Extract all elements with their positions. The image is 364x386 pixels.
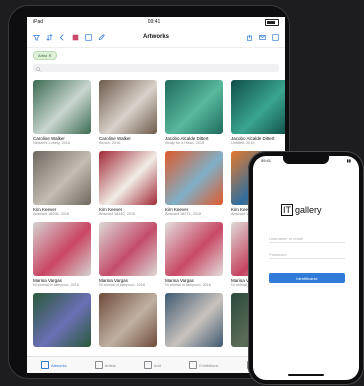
- phone-status-bar: 09:41 ▮▮: [261, 158, 351, 163]
- artwork-thumbnail: [33, 222, 91, 276]
- filter-icon[interactable]: [33, 34, 40, 41]
- phone-screen: 09:41 ▮▮ IT gallery Username or email Pa…: [253, 156, 359, 380]
- artwork-thumbnail: [165, 222, 223, 276]
- tab-bar: ArtworksArtistsAddExhibitionsSettings: [27, 356, 285, 373]
- artwork-meta: Abstract 18440, 2015: [99, 212, 136, 216]
- search-icon: [36, 59, 41, 77]
- artwork-card[interactable]: Kim Keever Abstract 18271, 2015: [165, 151, 223, 216]
- battery-icon: [265, 18, 279, 26]
- artwork-card[interactable]: [99, 293, 157, 349]
- login-button[interactable]: Identificarse: [269, 273, 345, 283]
- artwork-card[interactable]: Marina VargasNi animal ni tampoco, 2016: [99, 222, 157, 287]
- artwork-thumbnail: [33, 293, 91, 347]
- artwork-card[interactable]: Caroline Walker Nelson's Lonely, 2016: [33, 80, 91, 145]
- artwork-meta: Ni animal ni tampoco, 2016: [165, 283, 212, 287]
- tab-icon: [41, 361, 50, 369]
- chevron-left-icon[interactable]: [59, 33, 66, 41]
- home-indicator: [288, 374, 324, 376]
- tablet-screen: iPad 09:41 Artworks Artist ✕ Caroline Wa…: [27, 17, 285, 373]
- artwork-thumbnail: [99, 293, 157, 347]
- search-input[interactable]: [33, 64, 279, 72]
- tab-label: Artworks: [51, 362, 67, 368]
- artwork-meta: Nelson's Lonely, 2016: [33, 141, 70, 145]
- tab-label: Exhibitions: [199, 362, 219, 368]
- artwork-meta: Bench, 2016: [99, 141, 121, 145]
- tablet-status-left: iPad: [33, 19, 44, 25]
- logo-word: gallery: [295, 205, 322, 215]
- artwork-meta: Abstract 18096, 2016: [33, 212, 70, 216]
- tab-exhibitions[interactable]: Exhibitions: [189, 361, 218, 369]
- grid-view-icon[interactable]: [85, 33, 92, 41]
- artwork-thumbnail: [33, 80, 91, 134]
- artwork-meta: Ni animal ni tampoco, 2016: [33, 283, 80, 287]
- artwork-thumbnail: [99, 222, 157, 276]
- artwork-card[interactable]: [165, 293, 223, 349]
- tab-icon: [189, 361, 198, 369]
- artwork-thumbnail: [99, 151, 157, 205]
- artwork-card[interactable]: Kim Keever Abstract 18440, 2015: [99, 151, 157, 216]
- compose-icon[interactable]: [272, 33, 279, 41]
- artwork-thumbnail: [231, 80, 285, 134]
- tab-artworks[interactable]: Artworks: [41, 361, 67, 369]
- tab-icon: [143, 361, 152, 369]
- phone-status-time: 09:41: [261, 158, 272, 163]
- artwork-meta: Ni animal ni tampoco, 2016: [99, 283, 146, 287]
- tab-label: Add: [153, 362, 161, 368]
- app-logo: IT gallery: [281, 204, 322, 216]
- artwork-thumbnail: [165, 80, 223, 134]
- artwork-thumbnail: [165, 151, 223, 205]
- artwork-card[interactable]: Jacobo Alcalde Dittert Untitled, 2015: [231, 80, 285, 145]
- tab-add[interactable]: Add: [143, 361, 161, 369]
- artwork-card[interactable]: Marina VargasNi animal ni tampoco, 2016: [33, 222, 91, 287]
- tablet-status-bar: iPad 09:41: [27, 17, 285, 27]
- tablet-status-time: 09:41: [147, 19, 161, 25]
- logo-mark: IT: [281, 204, 293, 216]
- signal-icon: ▮▮: [346, 158, 351, 163]
- password-field[interactable]: Password: [269, 248, 345, 259]
- tab-artists[interactable]: Artists: [94, 361, 116, 369]
- sort-icon[interactable]: [46, 33, 53, 41]
- artwork-card[interactable]: Caroline Walker Bench, 2016: [99, 80, 157, 145]
- artwork-thumbnail: [99, 80, 157, 134]
- artwork-card[interactable]: [33, 293, 91, 349]
- artwork-meta: Study for a Head, 2015: [165, 141, 205, 145]
- tab-icon: [94, 361, 103, 369]
- mail-icon[interactable]: [259, 34, 266, 41]
- tab-label: Artists: [104, 362, 116, 368]
- filter-chips: Artist ✕: [27, 48, 285, 62]
- artwork-card[interactable]: Jacobo Alcalde Dittert Study for a Head, …: [165, 80, 223, 145]
- tablet-nav-bar: Artworks: [27, 27, 285, 48]
- artwork-thumbnail: [33, 151, 91, 205]
- artwork-thumbnail: [165, 293, 223, 347]
- artwork-grid: Caroline Walker Nelson's Lonely, 2016 Caro…: [27, 74, 285, 349]
- artwork-card[interactable]: Kim Keever Abstract 18096, 2016: [33, 151, 91, 216]
- artwork-card[interactable]: Marina VargasNi animal ni tampoco, 2016: [165, 222, 223, 287]
- username-field[interactable]: Username or email: [269, 232, 345, 243]
- phone-device: 09:41 ▮▮ IT gallery Username or email Pa…: [248, 151, 364, 385]
- share-icon[interactable]: [246, 34, 253, 41]
- artwork-meta: Abstract 18271, 2015: [165, 212, 202, 216]
- artwork-meta: Untitled, 2015: [231, 141, 255, 145]
- edit-icon[interactable]: [98, 33, 105, 41]
- list-view-icon[interactable]: [72, 34, 79, 41]
